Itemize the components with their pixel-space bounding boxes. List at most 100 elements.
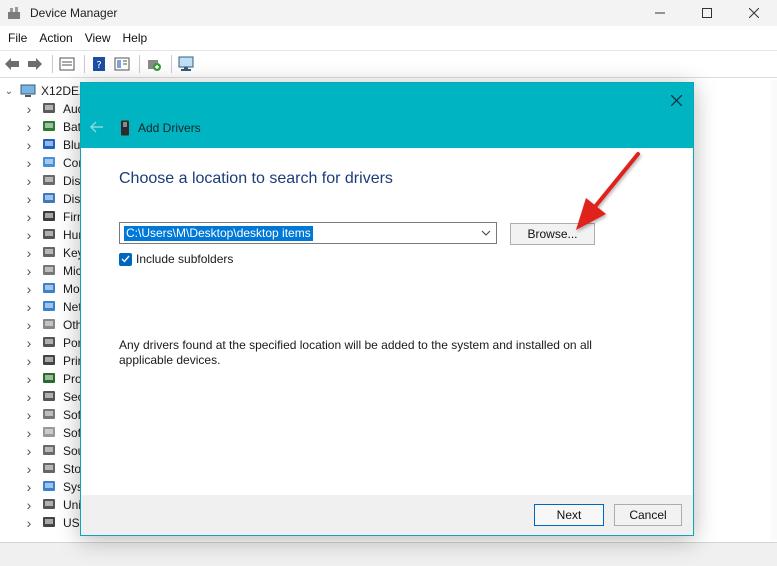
chevron-right-icon[interactable]: › (24, 497, 34, 513)
other-devices-icon (42, 317, 58, 333)
window-title: Device Manager (30, 6, 118, 20)
chevron-right-icon[interactable]: › (24, 119, 34, 135)
minimize-button[interactable] (637, 0, 683, 26)
chevron-right-icon[interactable]: › (24, 191, 34, 207)
chevron-right-icon[interactable]: › (24, 353, 34, 369)
tree-item[interactable]: › Bat (24, 118, 81, 136)
menu-action[interactable]: Action (33, 31, 78, 45)
usb-controller-icon (42, 497, 58, 513)
cancel-button[interactable]: Cancel (614, 504, 682, 526)
back-arrow-icon[interactable] (2, 54, 22, 74)
maximize-button[interactable] (684, 0, 730, 26)
chevron-right-icon[interactable]: › (24, 101, 34, 117)
chevron-right-icon[interactable]: › (24, 245, 34, 261)
chevron-right-icon[interactable]: › (24, 173, 34, 189)
chevron-right-icon[interactable]: › (24, 425, 34, 441)
usb-connector-icon (42, 515, 58, 531)
tree-item-label: Blu (63, 138, 81, 152)
tree-item[interactable]: › Disl (24, 172, 83, 190)
chevron-right-icon[interactable]: › (24, 281, 34, 297)
chevron-right-icon[interactable]: › (24, 407, 34, 423)
tree-item[interactable]: › Pro (24, 370, 82, 388)
disk-drive-icon (42, 173, 58, 189)
tree-item[interactable]: › Sof (24, 424, 81, 442)
chevron-right-icon[interactable]: › (24, 209, 34, 225)
tree-item[interactable]: › Hur (24, 226, 83, 244)
software-device-icon (42, 425, 58, 441)
network-adapter-icon (42, 299, 58, 315)
computer-icon (42, 155, 58, 171)
tree-item[interactable]: › Mo (24, 280, 80, 298)
tree-item[interactable]: › Cor (24, 154, 83, 172)
chevron-right-icon[interactable]: › (24, 389, 34, 405)
toolbar: ? (0, 50, 777, 78)
processor-icon (42, 371, 58, 387)
include-subfolders-label: Include subfolders (136, 252, 234, 266)
vertical-scrollbar[interactable] (771, 80, 777, 540)
hid-icon (42, 227, 58, 243)
update-driver-icon[interactable] (144, 54, 164, 74)
properties-icon[interactable] (57, 54, 77, 74)
chevron-down-icon[interactable]: ⌄ (4, 86, 14, 97)
chevron-right-icon[interactable]: › (24, 335, 34, 351)
tree-root[interactable]: ⌄ X12DEX (4, 82, 87, 100)
info-text: Any drivers found at the specified locat… (119, 338, 592, 367)
tree-item-label: Mic (63, 264, 82, 278)
tree-item[interactable]: › Net (24, 298, 82, 316)
chevron-right-icon[interactable]: › (24, 155, 34, 171)
checkbox-checked-icon[interactable] (119, 252, 132, 266)
chevron-right-icon[interactable]: › (24, 137, 34, 153)
toolbar-separator (171, 55, 172, 73)
driver-path-combobox[interactable]: C:\Users\M\Desktop\desktop items (119, 222, 497, 244)
tree-item[interactable]: › Oth (24, 316, 83, 334)
include-subfolders-checkbox[interactable]: Include subfolders (119, 251, 233, 267)
tree-item-label: Net (63, 300, 82, 314)
chevron-right-icon[interactable]: › (24, 443, 34, 459)
tree-item[interactable]: › Firn (24, 208, 84, 226)
tree-item-label: Sto (63, 462, 82, 476)
forward-arrow-icon[interactable] (25, 54, 45, 74)
tree-item-label: Sof (63, 426, 82, 440)
scan-hardware-icon[interactable] (176, 54, 196, 74)
chevron-down-icon[interactable] (478, 224, 494, 242)
chevron-right-icon[interactable]: › (24, 479, 34, 495)
tree-item[interactable]: › USE (24, 514, 88, 532)
tree-item[interactable]: › Por (24, 334, 82, 352)
menu-bar: File Action View Help (0, 26, 777, 50)
tree-item[interactable]: › Key (24, 244, 84, 262)
next-button[interactable]: Next (534, 504, 604, 526)
close-icon[interactable] (665, 89, 687, 111)
tree-item[interactable]: › Sto (24, 460, 81, 478)
status-bar (0, 542, 777, 566)
battery-icon (42, 119, 58, 135)
menu-file[interactable]: File (2, 31, 33, 45)
driver-path-value[interactable]: C:\Users\M\Desktop\desktop items (124, 226, 313, 241)
tree-item[interactable]: › Disp (24, 190, 87, 208)
help-icon[interactable]: ? (89, 54, 109, 74)
tree-item[interactable]: › Sec (24, 388, 84, 406)
tree-item[interactable]: › Syst (24, 478, 87, 496)
device-manager-icon (6, 5, 22, 21)
chevron-right-icon[interactable]: › (24, 227, 34, 243)
tree-item[interactable]: › Prir (24, 352, 82, 370)
chevron-right-icon[interactable]: › (24, 515, 34, 531)
chevron-right-icon[interactable]: › (24, 461, 34, 477)
menu-view[interactable]: View (79, 31, 117, 45)
chevron-right-icon[interactable]: › (24, 371, 34, 387)
tree-item[interactable]: › Aud (24, 100, 85, 118)
keyboard-icon (42, 245, 58, 261)
tree-item[interactable]: › Uni (24, 496, 81, 514)
tree-item[interactable]: › Sou (24, 442, 85, 460)
tree-item-label: Por (63, 336, 82, 350)
tree-item[interactable]: › Blu (24, 136, 81, 154)
chevron-right-icon[interactable]: › (24, 263, 34, 279)
back-arrow-icon[interactable] (89, 119, 105, 135)
chevron-right-icon[interactable]: › (24, 317, 34, 333)
ports-icon (42, 335, 58, 351)
chevron-right-icon[interactable]: › (24, 299, 34, 315)
menu-help[interactable]: Help (117, 31, 154, 45)
details-view-icon[interactable] (112, 54, 132, 74)
tree-item[interactable]: › Mic (24, 262, 82, 280)
close-window-button[interactable] (731, 0, 777, 26)
tree-item[interactable]: › Sof (24, 406, 81, 424)
